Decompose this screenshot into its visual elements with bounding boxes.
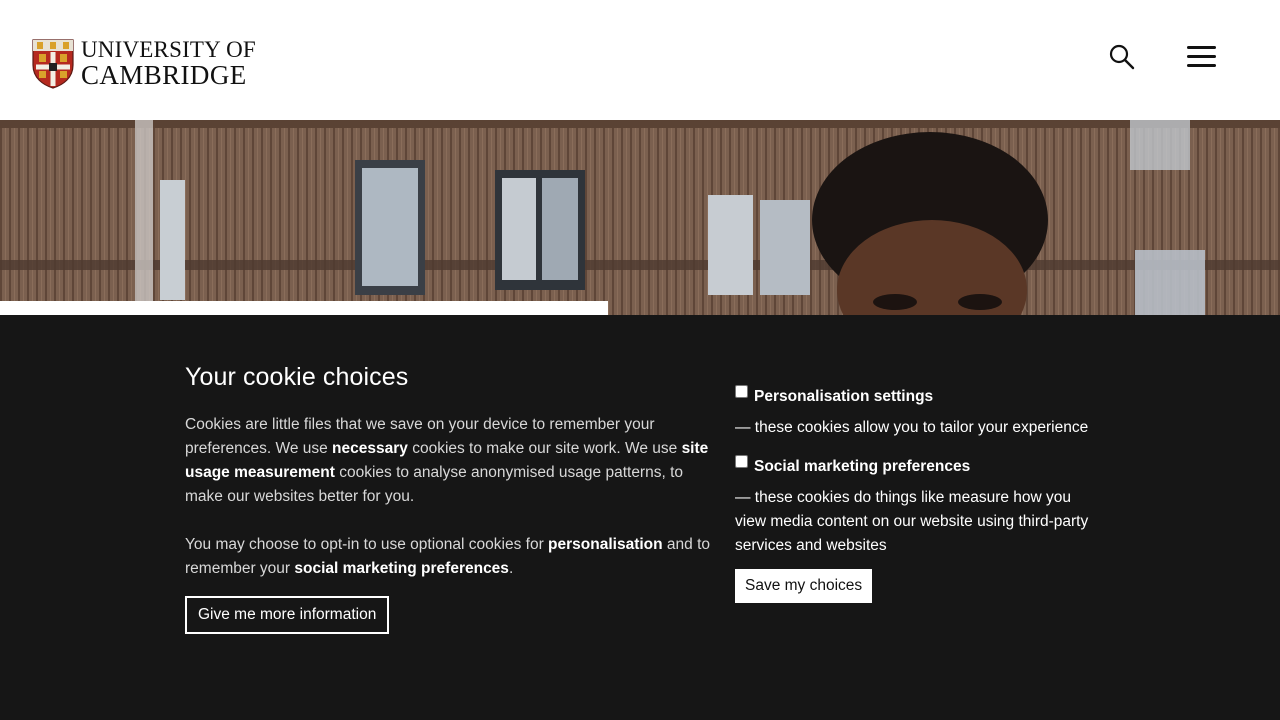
- search-icon: [1109, 44, 1135, 70]
- social-marketing-option-header: Social marketing preferences: [735, 451, 1105, 478]
- university-logo-link[interactable]: UNIVERSITY OF CAMBRIDGE: [32, 38, 256, 89]
- menu-button[interactable]: [1186, 44, 1217, 70]
- menu-icon: [1187, 46, 1216, 67]
- personalisation-description: — these cookies allow you to tailor your…: [735, 419, 1089, 436]
- personalisation-option: Personalisation settings — these cookies…: [735, 381, 1105, 440]
- cookie-optin-paragraph: You may choose to opt-in to use optional…: [185, 533, 710, 581]
- social-marketing-emphasis: social marketing preferences: [294, 560, 509, 577]
- cookie-intro-paragraph: Cookies are little files that we save on…: [185, 413, 710, 509]
- hero-photo-illustration: [0, 120, 1280, 315]
- cookie-optin-text: You may choose to opt-in to use optional…: [185, 536, 549, 553]
- personalisation-option-header: Personalisation settings: [735, 381, 1105, 408]
- personalisation-checkbox[interactable]: [735, 385, 748, 398]
- logo-wordmark: UNIVERSITY OF CAMBRIDGE: [81, 38, 256, 89]
- logo-line-1: UNIVERSITY OF: [81, 37, 256, 62]
- search-button[interactable]: [1108, 43, 1136, 71]
- personalisation-label[interactable]: Personalisation settings: [754, 386, 933, 408]
- cookie-optin-text: .: [508, 560, 514, 577]
- hero-content-card: [0, 301, 608, 315]
- personalisation-emphasis: personalisation: [548, 536, 663, 553]
- save-choices-button[interactable]: Save my choices: [735, 569, 873, 603]
- more-information-button[interactable]: Give me more information: [185, 596, 390, 634]
- university-crest-icon: [32, 38, 74, 89]
- necessary-emphasis: necessary: [332, 440, 408, 457]
- social-marketing-option: Social marketing preferences — these coo…: [735, 451, 1105, 558]
- logo-line-2: CAMBRIDGE: [81, 60, 247, 90]
- cookie-banner-title: Your cookie choices: [185, 363, 409, 391]
- social-marketing-description: — these cookies do things like measure h…: [735, 489, 1089, 554]
- hero-image: [0, 120, 1280, 315]
- cookie-intro-text: cookies to make our site work. We use: [407, 440, 682, 457]
- site-header: UNIVERSITY OF CAMBRIDGE: [0, 0, 1280, 120]
- social-marketing-checkbox[interactable]: [735, 455, 748, 468]
- social-marketing-label[interactable]: Social marketing preferences: [754, 456, 970, 478]
- cookie-banner: Your cookie choices Cookies are little f…: [0, 315, 1280, 720]
